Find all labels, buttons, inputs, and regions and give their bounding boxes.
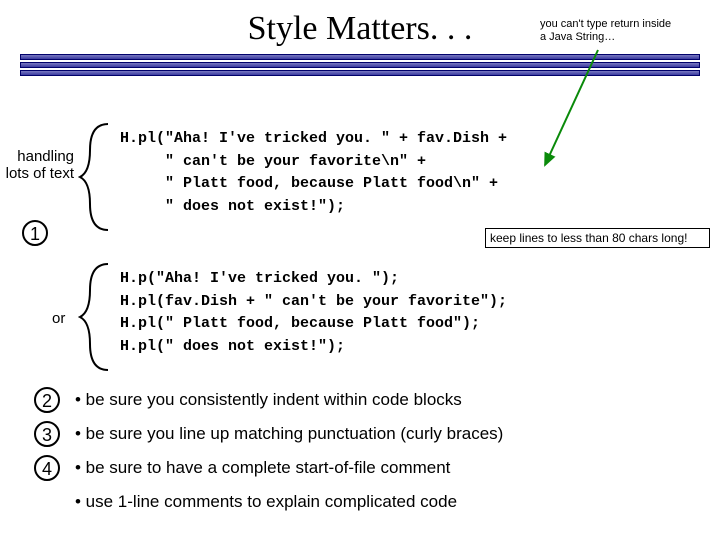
code-block-1: H.pl("Aha! I've tricked you. " + fav.Dis…	[120, 128, 507, 218]
number-3-circle: 3	[34, 421, 60, 447]
bullets: • be sure you consistently indent within…	[75, 390, 503, 526]
or-label: or	[52, 310, 65, 327]
code-block-2: H.p("Aha! I've tricked you. "); H.pl(fav…	[120, 268, 507, 358]
number-2-circle: 2	[34, 387, 60, 413]
bullet-4: • use 1-line comments to explain complic…	[75, 492, 503, 512]
annotation-right: keep lines to less than 80 chars long!	[485, 228, 710, 248]
bullet-2: • be sure you line up matching punctuati…	[75, 424, 503, 444]
handling-label: handling lots of text	[4, 148, 74, 183]
title-underline	[20, 54, 700, 76]
annotation-top: you can't type return inside a Java Stri…	[540, 18, 680, 43]
number-4-circle: 4	[34, 455, 60, 481]
bullet-1: • be sure you consistently indent within…	[75, 390, 503, 410]
bullet-3: • be sure to have a complete start-of-fi…	[75, 458, 503, 478]
number-1-circle: 1	[22, 220, 48, 246]
brace-1	[78, 122, 114, 232]
brace-2	[78, 262, 114, 372]
